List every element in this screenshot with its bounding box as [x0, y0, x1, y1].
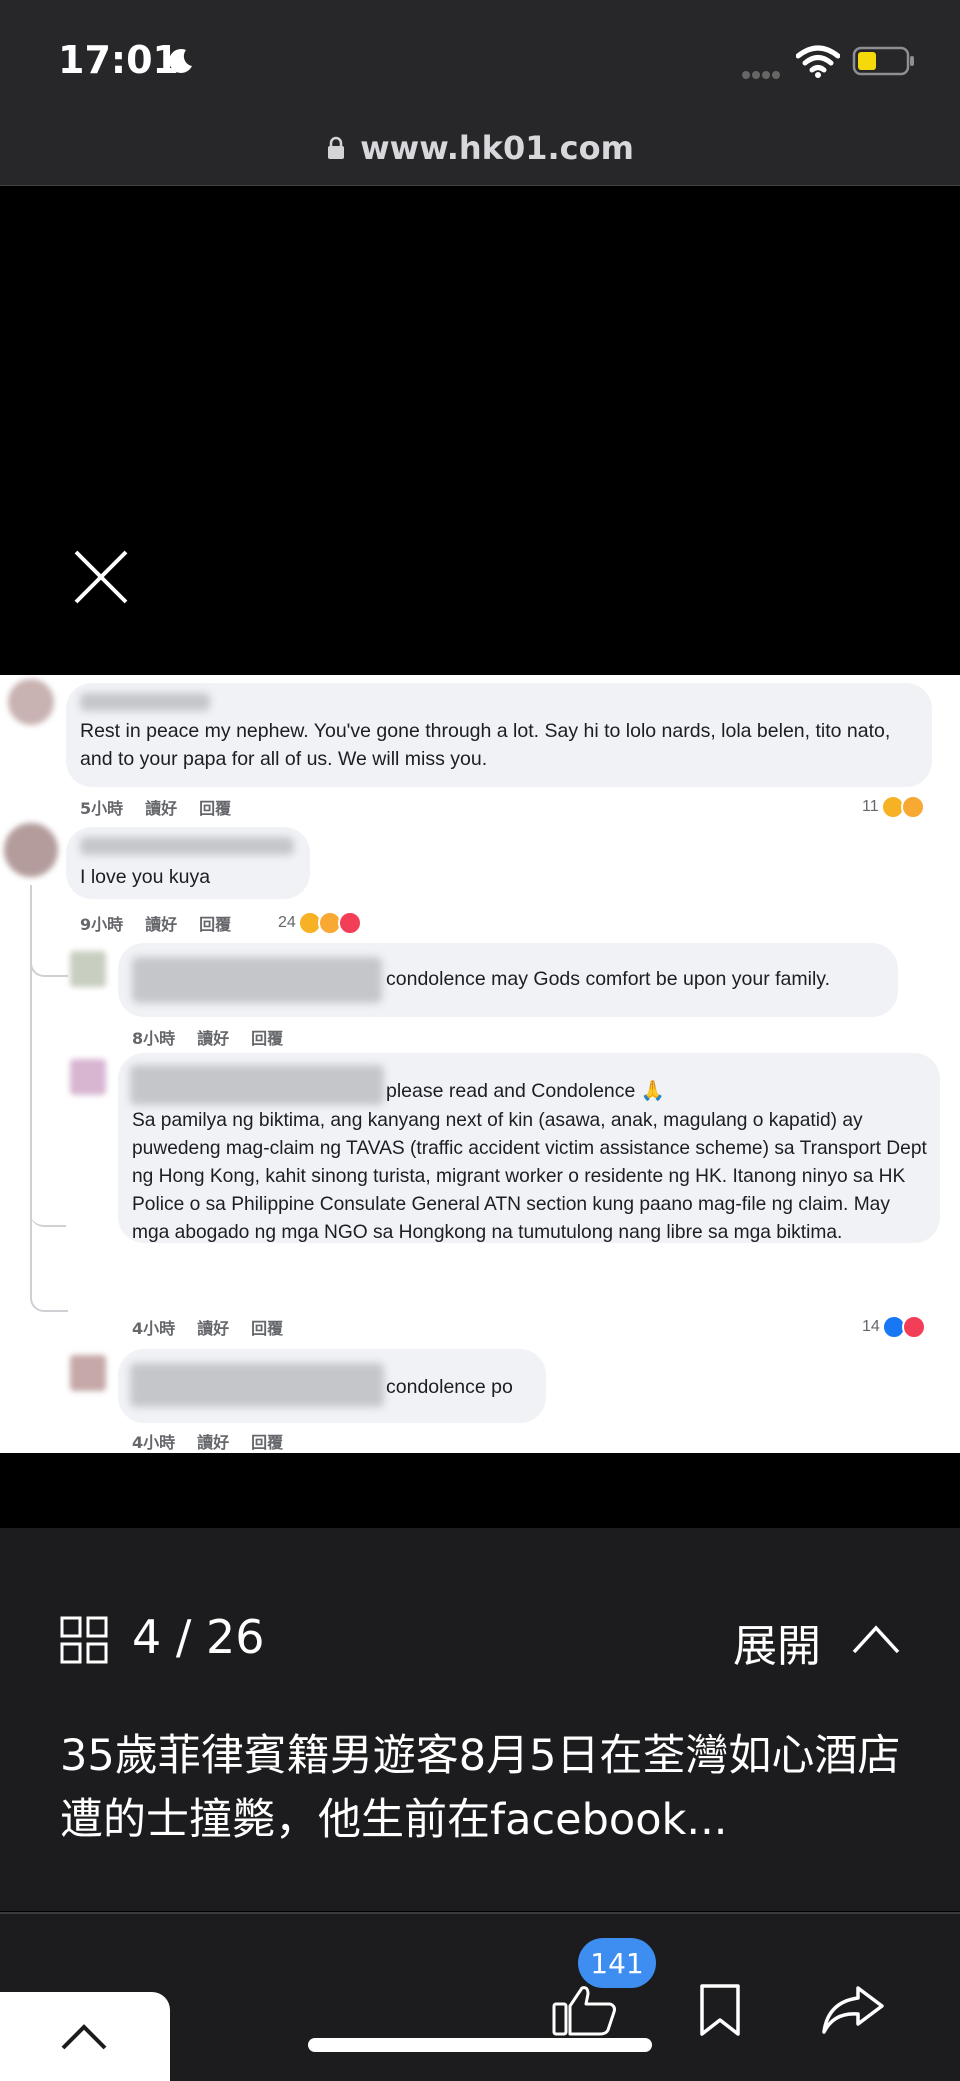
like-link[interactable]: 讀好	[197, 1029, 229, 1048]
like-link[interactable]: 讀好	[145, 915, 177, 934]
reaction-count: 14	[862, 1318, 880, 1335]
chevron-up-icon[interactable]	[852, 1624, 900, 1654]
comment-time: 8小時	[132, 1029, 176, 1048]
url-text: www.hk01.com	[360, 128, 634, 167]
page-counter: 4 / 26	[132, 1610, 265, 1664]
caption-text: 35歲菲律賓籍男遊客8月5日在荃灣如心酒店遭的士撞斃，他生前在facebook.…	[60, 1731, 901, 1845]
reaction-summary: 11	[862, 795, 925, 819]
comment-meta: 5小時 讀好 回覆	[80, 795, 253, 819]
bookmark-icon[interactable]	[698, 1984, 742, 2036]
redacted-name	[80, 837, 294, 855]
thread-branch	[30, 955, 68, 977]
reaction-summary: 14	[862, 1315, 926, 1339]
reply-link[interactable]: 回覆	[199, 915, 231, 934]
thumbs-up-icon[interactable]	[552, 1980, 622, 2036]
comment-time: 5小時	[80, 799, 124, 818]
comment-meta: 4小時 讀好 回覆	[132, 1315, 305, 1339]
comment-intro: please read and Condolence 🙏	[386, 1080, 666, 1102]
comment-meta: 8小時 讀好 回覆	[132, 1025, 305, 1049]
comment-text: condolence may Gods comfort be upon your…	[386, 968, 831, 990]
home-indicator	[308, 2038, 652, 2052]
moon-icon	[169, 48, 192, 73]
caption-panel: 4 / 26 展開 35歲菲律賓籍男遊客8月5日在荃灣如心酒店遭的士撞斃，他生前…	[0, 1528, 960, 1911]
comment-text: I love you kuya	[80, 866, 211, 888]
comment-time: 4小時	[132, 1433, 176, 1452]
comment-bubble: Rest in peace my nephew. You've gone thr…	[66, 683, 932, 787]
like-link[interactable]: 讀好	[145, 799, 177, 818]
address-bar[interactable]: www.hk01.com	[0, 110, 960, 186]
avatar	[4, 823, 58, 877]
grid-icon[interactable]	[60, 1616, 108, 1664]
wifi-icon	[796, 45, 840, 78]
avatar	[8, 679, 54, 725]
comment-text: Sa pamilya ng biktima, ang kanyang next …	[132, 1110, 927, 1243]
share-icon[interactable]	[820, 1984, 886, 2036]
signal-icon	[742, 66, 782, 84]
reaction-summary: 24	[278, 911, 362, 935]
reaction-count: 11	[862, 798, 879, 815]
chevron-up-icon[interactable]	[60, 2024, 108, 2050]
bottom-toolbar: 141	[0, 1912, 960, 2081]
like-count-badge: 141	[578, 1938, 656, 1988]
status-time: 17:01	[58, 38, 179, 82]
like-link[interactable]: 讀好	[197, 1433, 229, 1452]
avatar	[70, 951, 106, 987]
reply-link[interactable]: 回覆	[251, 1029, 283, 1048]
comment-bubble: condolence may Gods comfort be upon your…	[118, 943, 898, 1017]
lock-icon	[328, 136, 345, 159]
comment-time: 4小時	[132, 1319, 176, 1338]
redacted-name	[80, 693, 210, 711]
reply-link[interactable]: 回覆	[251, 1433, 283, 1452]
expand-button[interactable]: 展開	[733, 1610, 821, 1674]
comment-bubble: please read and Condolence 🙏 Sa pamilya …	[118, 1053, 940, 1243]
gallery-image: Rest in peace my nephew. You've gone thr…	[0, 675, 960, 1453]
comment-time: 9小時	[80, 915, 124, 934]
comment-text: condolence po	[386, 1376, 513, 1398]
comment-meta: 4小時 讀好 回覆	[132, 1429, 305, 1453]
comment-bubble: condolence po	[118, 1349, 546, 1423]
thread-branch	[30, 1005, 68, 1312]
battery-icon	[852, 46, 914, 76]
redacted-name	[130, 1363, 384, 1407]
comment-bubble: I love you kuya	[66, 827, 310, 899]
reply-link[interactable]: 回覆	[251, 1319, 283, 1338]
comment-meta: 9小時 讀好 回覆	[80, 911, 253, 935]
avatar	[70, 1355, 106, 1391]
close-icon[interactable]	[72, 548, 130, 606]
avatar	[70, 1059, 106, 1095]
reply-link[interactable]: 回覆	[199, 799, 231, 818]
status-bar: 17:01	[0, 0, 960, 110]
redacted-name	[130, 1065, 384, 1105]
redacted-name	[132, 957, 382, 1003]
reaction-count: 24	[278, 914, 296, 931]
like-link[interactable]: 讀好	[197, 1319, 229, 1338]
comment-text: Rest in peace my nephew. You've gone thr…	[80, 720, 891, 770]
